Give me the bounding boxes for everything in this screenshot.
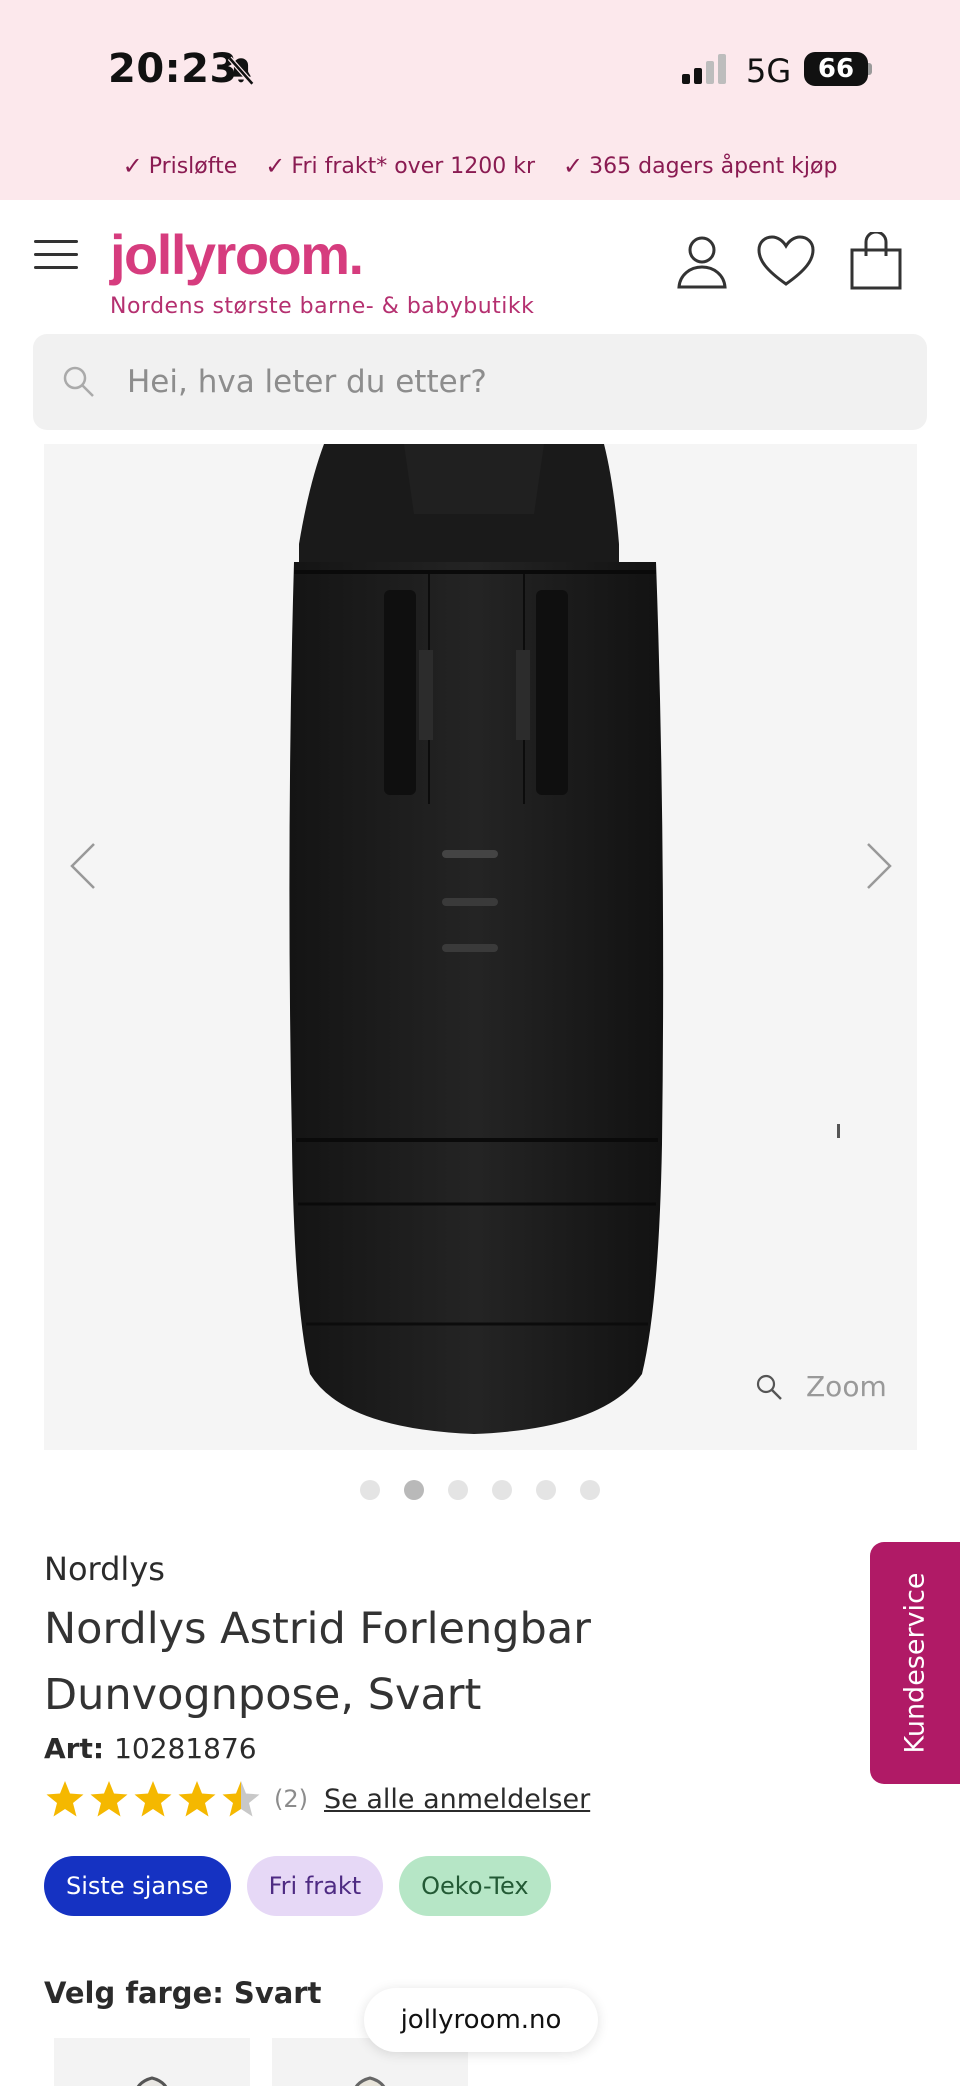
product-brand[interactable]: Nordlys (44, 1550, 165, 1588)
wishlist-heart-icon[interactable] (756, 232, 816, 292)
carousel-prev-icon[interactable] (64, 838, 104, 894)
rating-row: (2) Se alle anmeldelser (44, 1778, 590, 1820)
product-badges: Siste sjanse Fri frakt Oeko-Tex (44, 1856, 551, 1916)
carousel-dot[interactable] (360, 1480, 380, 1500)
star-full-icon (178, 1781, 216, 1817)
star-full-icon (46, 1781, 84, 1817)
check-icon: ✓ (265, 152, 286, 180)
search-bar[interactable] (33, 334, 927, 430)
search-input[interactable] (127, 364, 887, 400)
zoom-button[interactable]: Zoom (754, 1370, 887, 1403)
article-label: Art: (44, 1732, 105, 1765)
customer-service-tab[interactable]: Kundeservice (870, 1542, 960, 1784)
customer-service-label: Kundeservice (899, 1572, 931, 1754)
article-number: Art: 10281876 (44, 1732, 257, 1765)
usp-label: Prisløfte (148, 153, 238, 179)
status-time: 20:23 (108, 46, 238, 92)
usp-price-promise: ✓ Prisløfte (123, 152, 238, 180)
star-full-icon (134, 1781, 172, 1817)
product-title: Nordlys Astrid Forlengbar Dunvognpose, S… (44, 1604, 591, 1720)
tagline: Nordens største barne- & babybutikk (110, 294, 535, 319)
usp-label: Fri frakt* over 1200 kr (291, 153, 536, 179)
badge-free-shipping: Fri frakt (246, 1856, 384, 1916)
usp-label: 365 dagers åpent kjøp (589, 153, 838, 179)
badge-oeko-tex: Oeko-Tex (399, 1856, 551, 1916)
check-icon: ✓ (563, 152, 584, 180)
article-value: 10281876 (114, 1732, 257, 1765)
review-count: (2) (274, 1785, 308, 1813)
star-rating (44, 1778, 264, 1820)
carousel-dot[interactable] (404, 1480, 424, 1500)
bell-muted-icon (227, 56, 255, 86)
product-image-carousel[interactable] (44, 444, 917, 1450)
carousel-dot[interactable] (580, 1480, 600, 1500)
battery-tip (868, 63, 872, 75)
star-full-icon (90, 1781, 128, 1817)
swatch-thumbnail (136, 2076, 168, 2086)
usp-free-shipping: ✓ Fri frakt* over 1200 kr (265, 152, 535, 180)
see-all-reviews-link[interactable]: Se alle anmeldelser (324, 1784, 590, 1815)
product-photo-footmuff (289, 444, 840, 1434)
account-icon[interactable] (672, 232, 732, 292)
carousel-dot[interactable] (448, 1480, 468, 1500)
search-icon (63, 366, 94, 397)
hamburger-menu-icon[interactable] (34, 240, 78, 272)
battery-icon: 66 (804, 52, 868, 86)
magnifier-icon (756, 1374, 782, 1400)
check-icon: ✓ (122, 152, 143, 180)
signal-icon (682, 54, 726, 84)
badge-last-chance: Siste sjanse (44, 1856, 231, 1916)
usp-open-purchase: ✓ 365 dagers åpent kjøp (563, 152, 837, 180)
carousel-dot[interactable] (492, 1480, 512, 1500)
browser-url-bar[interactable]: jollyroom.no (364, 1988, 598, 2052)
logo[interactable]: jollyroom. (110, 222, 364, 287)
star-half-icon (222, 1781, 260, 1817)
carousel-next-icon[interactable] (858, 838, 898, 894)
color-selector-label: Velg farge: Svart (44, 1976, 322, 2010)
network-type: 5G (746, 52, 792, 90)
cart-bag-icon[interactable] (846, 232, 906, 292)
usp-bar: ✓ Prisløfte ✓ Fri frakt* over 1200 kr ✓ … (0, 152, 960, 180)
carousel-dot[interactable] (536, 1480, 556, 1500)
carousel-dots (0, 1480, 960, 1500)
color-swatch-1[interactable] (54, 2038, 250, 2086)
zoom-label: Zoom (806, 1370, 887, 1403)
